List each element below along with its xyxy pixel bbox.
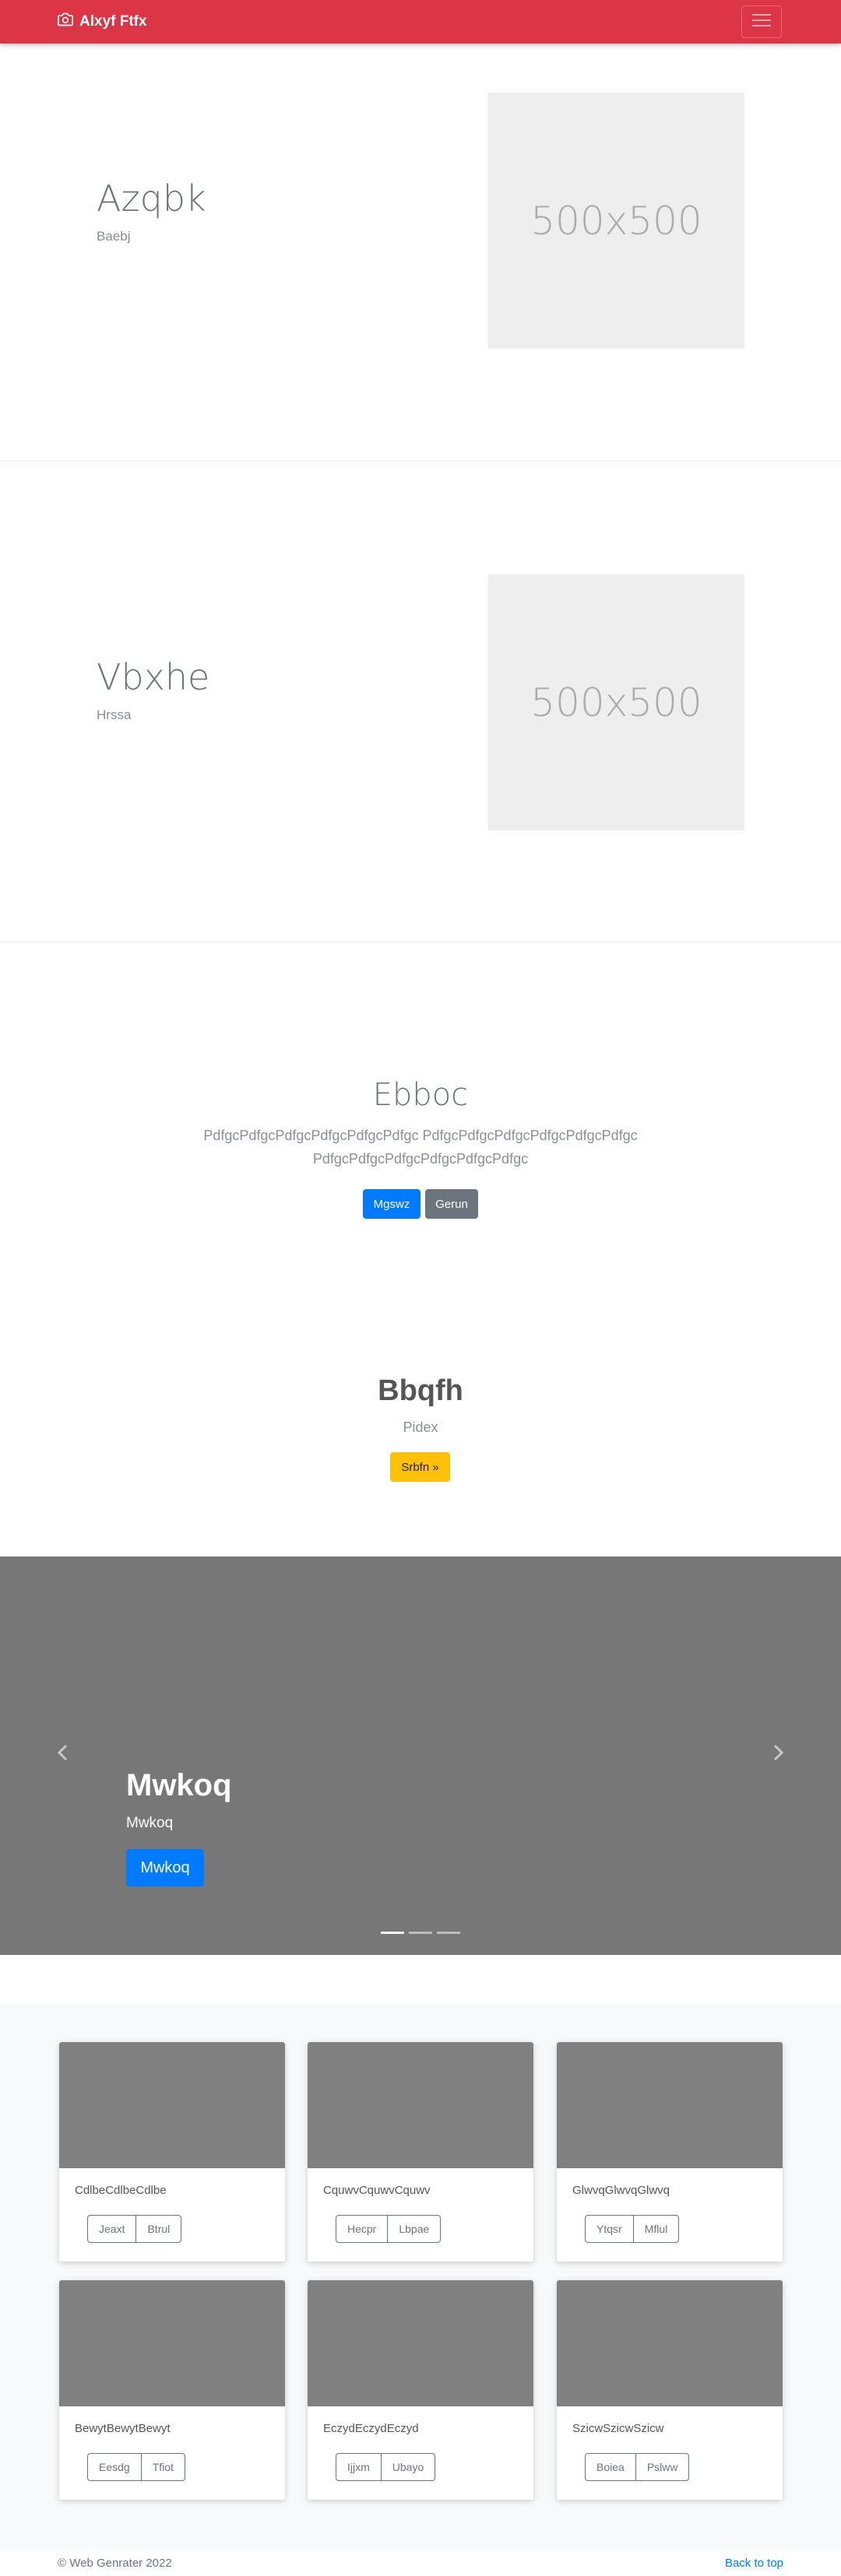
carousel-next-button[interactable] xyxy=(766,1740,790,1768)
secondary-button[interactable]: Gerun xyxy=(425,1189,478,1219)
carousel-indicator[interactable] xyxy=(437,1932,460,1934)
album: CdlbeCdlbeCdlbe Jeaxt Btrul CquwvCquwvCq… xyxy=(0,2005,841,2550)
carousel-caption-text: Mwkoq xyxy=(126,1815,174,1831)
featurette-image: 500x500 xyxy=(488,93,744,349)
brand-name: Alxyf Ftfx xyxy=(79,13,147,30)
card-button[interactable]: Jeaxt xyxy=(87,2215,137,2243)
card-button-group: Boiea Pslww xyxy=(585,2453,690,2481)
card-button[interactable]: Ijjxm xyxy=(336,2453,382,2481)
navbar-toggler-button[interactable] xyxy=(741,5,782,38)
jumbotron-buttons: Mgswz Gerun xyxy=(0,1189,841,1219)
featurette-image: 500x500 xyxy=(488,574,744,830)
featurette-subtitle: Baebj xyxy=(97,229,131,244)
card-image xyxy=(308,2280,533,2406)
card-button[interactable]: Tfiot xyxy=(141,2453,185,2481)
card-text: CdlbeCdlbeCdlbe xyxy=(75,2184,167,2197)
card-image xyxy=(59,2042,285,2168)
card-image xyxy=(59,2280,285,2406)
card-button[interactable]: Lbpae xyxy=(388,2215,442,2243)
card-button-group: Ytqsr Mflul xyxy=(585,2215,680,2243)
carousel-button[interactable]: Mwkoq xyxy=(126,1849,204,1886)
card-button[interactable]: Pslww xyxy=(635,2453,690,2481)
jumbotron-lead: PdfgcPdfgcPdfgcPdfgcPdfgcPdfgc PdfgcPdfg… xyxy=(203,1128,638,1167)
featurette-2: Vbxhe Hrssa 500x500 xyxy=(0,462,841,942)
chevron-right-icon xyxy=(772,1744,784,1765)
card-text: SzicwSzicwSzicw xyxy=(572,2422,664,2435)
card-image xyxy=(557,2280,783,2406)
card-button[interactable]: Btrul xyxy=(136,2215,182,2243)
card-button[interactable]: Hecpr xyxy=(336,2215,389,2243)
card-button[interactable]: Ubayo xyxy=(381,2453,436,2481)
carousel-indicator[interactable] xyxy=(381,1932,404,1934)
card-text: GlwvqGlwvqGlwvq xyxy=(572,2184,670,2197)
featurette-subtitle: Hrssa xyxy=(97,707,132,722)
navbar-brand[interactable]: Alxyf Ftfx xyxy=(58,0,147,44)
card-button[interactable]: Eesdg xyxy=(87,2453,142,2481)
carousel-indicators xyxy=(0,1932,841,1934)
card-text: BewytBewytBewyt xyxy=(75,2422,171,2435)
card: EczydEczydEczyd Ijjxm Ubayo xyxy=(308,2280,533,2500)
featurette-1: Azqbk Baebj 500x500 xyxy=(0,44,841,462)
footer-copyright: © Web Genrater 2022 xyxy=(58,2557,172,2570)
card-button-group: Eesdg Tfiot xyxy=(87,2453,185,2481)
card-button[interactable]: Boiea xyxy=(585,2453,636,2481)
navbar: Alxyf Ftfx xyxy=(0,0,841,44)
jumbotron-title: Ebboc xyxy=(372,1077,469,1113)
cta-button[interactable]: Srbfn » xyxy=(390,1452,450,1482)
cta-title: Bbqfh xyxy=(378,1374,463,1407)
featurette-heading: Azqbk xyxy=(97,177,206,219)
card: CquwvCquwvCquwv Hecpr Lbpae xyxy=(308,2042,533,2262)
chevron-left-icon xyxy=(57,1744,69,1765)
card-button-group: Ijjxm Ubayo xyxy=(336,2453,436,2481)
card-button[interactable]: Mflul xyxy=(633,2215,680,2243)
card-text: CquwvCquwvCquwv xyxy=(323,2184,431,2197)
card-image xyxy=(557,2042,783,2168)
cta-subtitle: Pidex xyxy=(403,1420,438,1435)
primary-button[interactable]: Mgswz xyxy=(363,1189,420,1219)
card: SzicwSzicwSzicw Boiea Pslww xyxy=(557,2280,783,2500)
card-text: EczydEczydEczyd xyxy=(323,2422,419,2435)
card: GlwvqGlwvqGlwvq Ytqsr Mflul xyxy=(557,2042,783,2262)
card-button-group: Hecpr Lbpae xyxy=(336,2215,442,2243)
carousel: Mwkoq Mwkoq Mwkoq xyxy=(0,1556,841,1955)
menu-icon xyxy=(751,12,772,33)
featurette-heading: Vbxhe xyxy=(97,656,210,698)
card: BewytBewytBewyt Eesdg Tfiot xyxy=(59,2280,285,2500)
card-button-group: Jeaxt Btrul xyxy=(87,2215,182,2243)
card: CdlbeCdlbeCdlbe Jeaxt Btrul xyxy=(59,2042,285,2262)
carousel-caption-title: Mwkoq xyxy=(126,1768,232,1802)
carousel-indicator[interactable] xyxy=(409,1932,432,1934)
carousel-prev-button[interactable] xyxy=(51,1740,75,1768)
camera-icon xyxy=(58,12,73,32)
card-button[interactable]: Ytqsr xyxy=(585,2215,634,2243)
footer: © Web Genrater 2022 Back to top xyxy=(0,2550,841,2576)
card-image xyxy=(308,2042,533,2168)
back-to-top-link[interactable]: Back to top xyxy=(725,2557,783,2570)
